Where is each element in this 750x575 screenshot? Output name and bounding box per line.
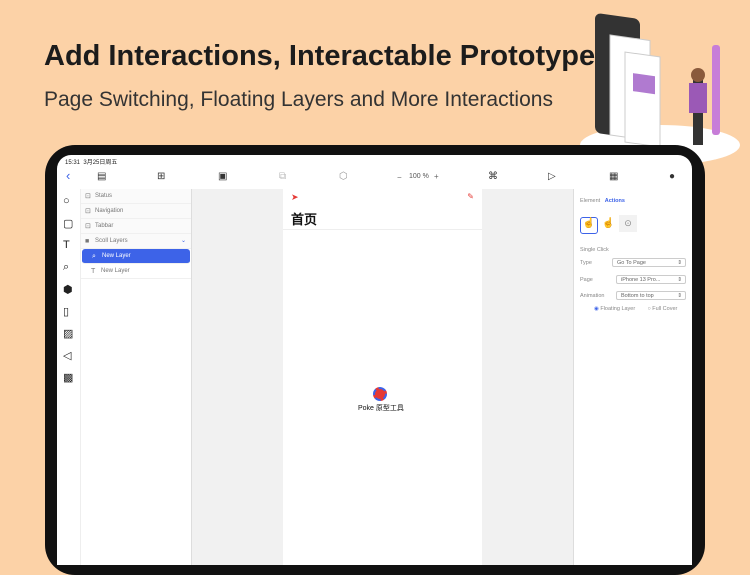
date: 3月25日周五 (83, 160, 118, 166)
status-icon: ⊡ (85, 193, 91, 200)
layer-label: Tabbar (95, 223, 114, 229)
layer-status[interactable]: ⊡ Status (81, 189, 191, 204)
tabbar-icon: ⊡ (85, 223, 91, 230)
send-icon: ➤ (291, 192, 299, 202)
save-icon[interactable]: ▦ (609, 171, 618, 182)
image-icon[interactable]: ▩ (63, 371, 73, 384)
animation-select[interactable]: Bottom to top ⇕ (616, 291, 686, 300)
layers-panel: ⊡ Status ⊡ Navigation ⊡ Tabbar ■ Scoll Layer… (81, 189, 192, 565)
add-page-icon[interactable]: ⊞ (157, 171, 165, 182)
tab-element[interactable]: Element (580, 198, 600, 204)
subheadline: Page Switching, Floating Layers and More… (44, 88, 553, 111)
status-bar: 15:31 3月25日周五 (65, 157, 117, 166)
properties-panel: Element Actions ☝ ☝ ⊙ Single Click Type G… (573, 189, 692, 565)
input-icon[interactable]: ▯ (63, 305, 69, 318)
logo-text: Poke 原型工具 (358, 405, 404, 412)
zoom-out-button[interactable]: − (397, 173, 402, 182)
tool-rail: ○ ▢ T ⌕ ⬢ ▯ ▨ ◁ ▩ (57, 189, 81, 565)
animation-label: Animation (580, 293, 605, 299)
tab-actions[interactable]: Actions (605, 198, 625, 204)
documents-illustration (580, 13, 740, 165)
type-select[interactable]: Go To Page ⇕ (612, 258, 686, 267)
frame-icon[interactable]: ▣ (218, 171, 227, 182)
animation-value: Bottom to top (621, 293, 654, 299)
search-icon[interactable]: ⌕ (63, 261, 69, 274)
page-value: iPhone 13 Pro... (621, 277, 661, 283)
section-title: Single Click (580, 247, 609, 253)
page-title: 首页 (291, 212, 318, 227)
floating-label: Floating Layer (600, 306, 636, 312)
target-icon[interactable]: ⊙ (619, 215, 638, 232)
tap-action-icon[interactable]: ☝ (580, 217, 598, 234)
rectangle-icon[interactable]: ▢ (63, 217, 73, 230)
layer-label: Scoll Layers (95, 238, 128, 244)
play-icon[interactable]: ▷ (548, 171, 556, 182)
circle-icon[interactable]: ○ (63, 195, 70, 207)
type-label: Type (580, 260, 592, 266)
back-button-icon[interactable]: ◁ (63, 349, 71, 362)
app-screen: 15:31 3月25日周五 ‹ ▤ ⊞ ▣ ⧉ ⬡ − 100 % + ⌘ ▷ … (57, 155, 692, 565)
layer-label: New Layer (101, 268, 130, 274)
headline: Add Interactions, Interactable Prototype (44, 40, 596, 72)
layer-new-selected[interactable]: ⌕ New Layer (82, 249, 190, 264)
copy-icon[interactable]: ⧉ (279, 171, 286, 182)
settings-icon[interactable]: ● (669, 171, 675, 182)
poke-logo[interactable] (373, 387, 387, 401)
interaction-icon[interactable]: ⌘ (488, 171, 498, 182)
text-icon[interactable]: T (63, 239, 70, 251)
full-cover-label: Full Cover (652, 306, 678, 312)
type-value: Go To Page (617, 260, 646, 266)
layer-label: Navigation (95, 208, 124, 214)
layers-icon[interactable]: ▤ (97, 171, 106, 182)
search-icon: ⌕ (92, 253, 96, 260)
chevron-down-icon[interactable]: ⌄ (181, 234, 186, 249)
chart-icon[interactable]: ▨ (63, 327, 73, 340)
component-icon[interactable]: ⬡ (339, 171, 348, 182)
long-press-icon[interactable]: ☝ (600, 218, 618, 235)
layer-label: Status (95, 193, 113, 199)
floating-radio[interactable]: ◉ (594, 306, 599, 312)
zoom-in-button[interactable]: + (434, 172, 439, 181)
layer-navigation[interactable]: ⊡ Navigation (81, 204, 191, 219)
layer-label: New Layer (102, 253, 131, 259)
cube-icon[interactable]: ⬢ (63, 283, 73, 296)
navigation-icon: ⊡ (85, 208, 91, 215)
toolbar: ‹ ▤ ⊞ ▣ ⧉ ⬡ − 100 % + ⌘ ▷ ▦ ● (57, 168, 692, 188)
page-select[interactable]: iPhone 13 Pro... ⇕ (616, 275, 686, 284)
pen-icon[interactable]: ✎ (467, 192, 474, 201)
scroll-icon: ■ (85, 238, 90, 245)
layer-tabbar[interactable]: ⊡ Tabbar (81, 219, 191, 234)
layer-scroll[interactable]: ■ Scoll Layers ⌄ (81, 234, 191, 249)
page-label: Page (580, 277, 593, 283)
zoom-level: 100 % (409, 173, 429, 180)
time: 15:31 (65, 160, 81, 166)
layer-new-text[interactable]: T New Layer (81, 264, 191, 279)
back-icon[interactable]: ‹ (66, 168, 70, 183)
text-icon: T (91, 268, 96, 275)
canvas[interactable]: ➤ ✎ 首页 Poke 原型工具 (192, 189, 573, 565)
page-artboard[interactable]: ➤ ✎ 首页 Poke 原型工具 (283, 189, 482, 565)
full-cover-radio[interactable]: ○ (647, 306, 650, 312)
